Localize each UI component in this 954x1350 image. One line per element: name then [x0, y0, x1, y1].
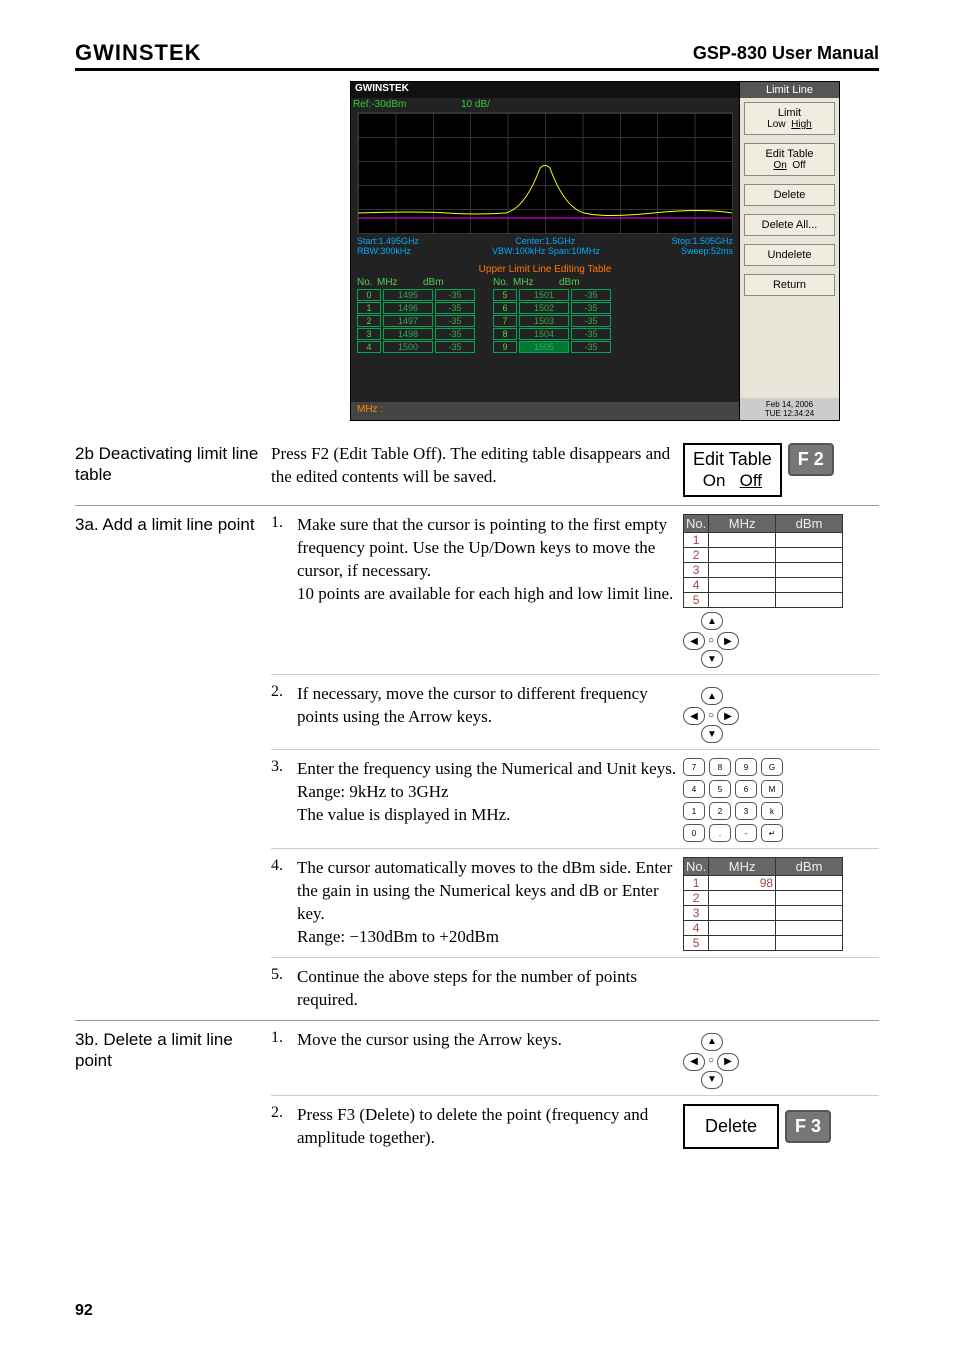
- arrow-keys-icon: ▲ ◀ ○ ▶ ▼: [683, 687, 739, 743]
- softkey-edit-table[interactable]: Edit Table On Off: [744, 143, 835, 176]
- softkey-undelete[interactable]: Undelete: [744, 244, 835, 266]
- f3-key[interactable]: F 3: [785, 1110, 831, 1143]
- step-label-3b: 3b. Delete a limit line point: [75, 1029, 271, 1150]
- step-3a-1: Make sure that the cursor is pointing to…: [297, 514, 677, 668]
- step-3b-1: Move the cursor using the Arrow keys.: [297, 1029, 677, 1089]
- device-screenshot: GWINSTEK Ref:-30dBm 10 dB/ Start:1.495GH…: [350, 81, 840, 421]
- step-label-2b: 2b Deactivating limit line table: [75, 443, 271, 497]
- step-3a-3: Enter the frequency using the Numerical …: [297, 758, 677, 842]
- step-label-3a: 3a. Add a limit line point: [75, 514, 271, 1012]
- mini-table-filled: No.MHzdBm 198 2 3 4 5: [683, 857, 843, 951]
- edit-table-button[interactable]: Edit Table On Off: [683, 443, 782, 497]
- mini-table-empty: No.MHzdBm 1 2 3 4 5: [683, 514, 843, 608]
- input-prompt: MHz :: [357, 404, 383, 418]
- brand-logo: GWINSTEK: [75, 40, 202, 66]
- softkey-menu: Limit Line Limit Low High Edit Table On …: [740, 81, 840, 421]
- ref-level: Ref:-30dBm: [353, 99, 406, 110]
- step-text-2b: Press F2 (Edit Table Off). The editing t…: [271, 443, 677, 497]
- step-3a-4: The cursor automatically moves to the dB…: [297, 857, 677, 951]
- arrow-keys-icon: ▲ ◀ ○ ▶ ▼: [683, 1033, 739, 1089]
- softkey-limit[interactable]: Limit Low High: [744, 102, 835, 135]
- step-3a-5: Continue the above steps for the number …: [297, 966, 677, 1012]
- keypad-icon: 789G 456M 123k 0.-↵: [683, 758, 783, 842]
- sweep-info: Start:1.495GHzCenter:1.5GHzStop:1.505GHz…: [357, 236, 733, 256]
- step-3a-2: If necessary, move the cursor to differe…: [297, 683, 677, 743]
- screen-logo: GWINSTEK: [355, 83, 409, 94]
- softkey-delete[interactable]: Delete: [744, 184, 835, 206]
- softkey-delete-all[interactable]: Delete All...: [744, 214, 835, 236]
- delete-button[interactable]: Delete: [683, 1104, 779, 1149]
- softkey-return[interactable]: Return: [744, 274, 835, 296]
- step-3b-2: Press F3 (Delete) to delete the point (f…: [297, 1104, 677, 1150]
- manual-title: GSP-830 User Manual: [693, 43, 879, 64]
- arrow-keys-icon: ▲ ◀ ○ ▶ ▼: [683, 612, 739, 668]
- scale-db: 10 dB/: [461, 99, 490, 110]
- page-number: 92: [75, 1302, 93, 1320]
- limit-table: Upper Limit Line Editing Table No.MHzdBm…: [357, 264, 733, 354]
- spectrum-plot: [357, 112, 733, 234]
- f2-key[interactable]: F 2: [788, 443, 834, 476]
